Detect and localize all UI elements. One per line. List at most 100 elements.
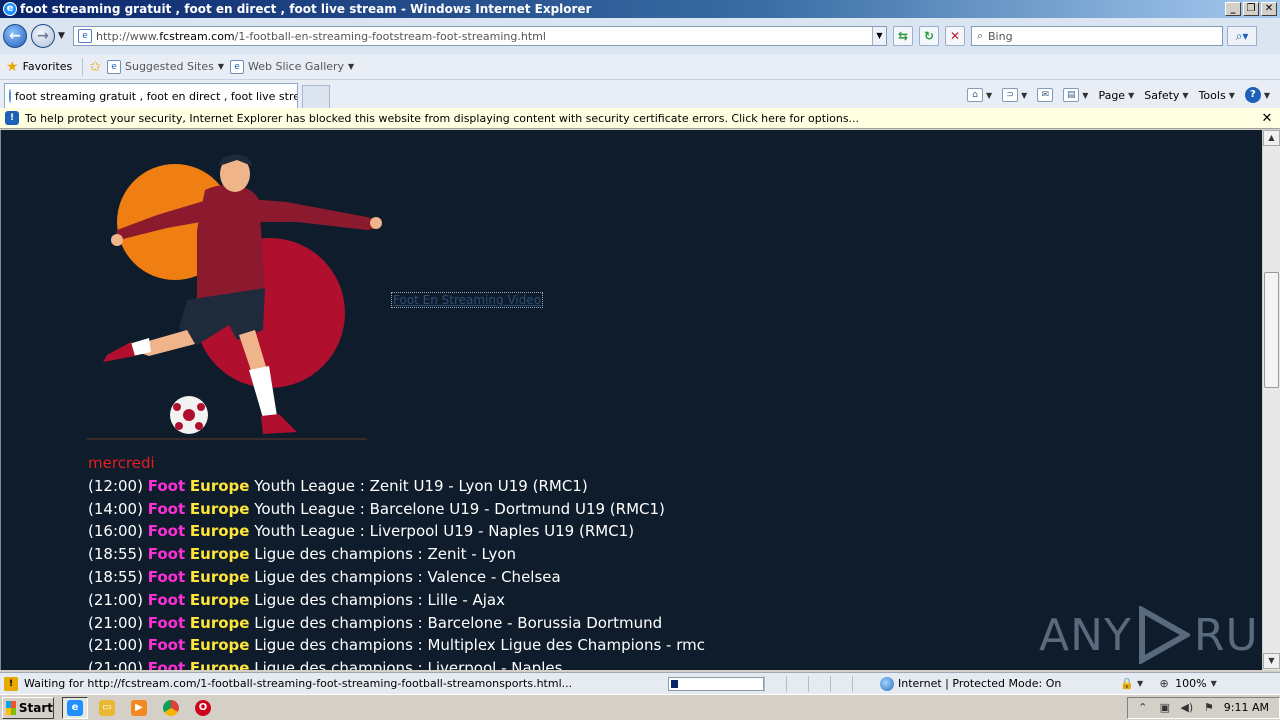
status-divider — [830, 675, 852, 692]
refresh-icon[interactable]: ↻ — [919, 26, 939, 46]
add-favorite-button[interactable]: ✩ — [89, 59, 101, 75]
loading-progress-bar — [668, 676, 764, 691]
schedule-row[interactable]: (21:00) Foot Europe Ligue des champions … — [88, 634, 705, 657]
match-description: Ligue des champions : Barcelone - Boruss… — [254, 613, 663, 632]
tab-label: foot streaming gratuit , foot en direct … — [15, 89, 298, 103]
tab-bar: foot streaming gratuit , foot en direct … — [0, 80, 1280, 108]
back-button[interactable]: ← — [3, 24, 27, 48]
scroll-down-button[interactable]: ▼ — [1263, 653, 1280, 669]
close-icon[interactable]: ✕ — [1260, 111, 1274, 126]
window-title: foot streaming gratuit , foot en direct … — [20, 2, 592, 16]
schedule-row[interactable]: (16:00) Foot Europe Youth League : Liver… — [88, 520, 705, 543]
scroll-up-button[interactable]: ▲ — [1263, 130, 1280, 146]
match-time: (16:00) — [88, 522, 143, 541]
forward-button[interactable]: → — [31, 24, 55, 48]
home-button[interactable]: ⌂ ▼ — [966, 88, 992, 102]
globe-icon — [880, 676, 894, 691]
loading-icon — [9, 89, 11, 103]
match-time: (21:00) — [88, 636, 143, 655]
match-description: Ligue des champions : Multiplex Ligue de… — [254, 636, 705, 655]
status-bar: ! Waiting for http://fcstream.com/1-foot… — [0, 672, 1280, 694]
channel-label: Europe — [189, 476, 250, 495]
clock[interactable]: 9:11 AM — [1224, 701, 1269, 714]
information-bar[interactable]: ! To help protect your security, Interne… — [0, 108, 1280, 129]
match-description: Youth League : Liverpool U19 - Naples U1… — [254, 522, 635, 541]
schedule-row[interactable]: (21:00) Foot Europe Ligue des champions … — [88, 612, 705, 635]
address-dropdown-icon[interactable]: ▼ — [872, 27, 886, 45]
schedule-row[interactable]: (21:00) Foot Europe Ligue des champions … — [88, 589, 705, 612]
channel-label: Europe — [189, 659, 250, 670]
match-description: Ligue des champions : Lille - Ajax — [254, 590, 506, 609]
schedule-row[interactable]: (12:00) Foot Europe Youth League : Zenit… — [88, 475, 705, 498]
restore-button[interactable]: ❐ — [1243, 2, 1259, 16]
new-tab-button[interactable] — [302, 85, 330, 108]
status-divider — [808, 675, 830, 692]
schedule-row[interactable]: (18:55) Foot Europe Ligue des champions … — [88, 566, 705, 589]
scroll-thumb[interactable] — [1264, 272, 1279, 388]
taskbar-opera[interactable]: O — [190, 697, 216, 719]
close-button[interactable]: ✕ — [1261, 2, 1277, 16]
status-divider — [786, 675, 808, 692]
print-button[interactable]: ▤ ▼ — [1063, 88, 1088, 102]
media-player-icon: ▶ — [131, 699, 147, 716]
information-bar-message[interactable]: To help protect your security, Internet … — [25, 112, 1260, 125]
search-icon: ⌕ — [976, 29, 984, 42]
protected-mode-button[interactable]: 🔒 ▼ — [1120, 677, 1143, 691]
favorites-bar: ★ Favorites ✩ e Suggested Sites ▼ e Web … — [0, 54, 1280, 80]
volume-icon[interactable]: ◀) — [1180, 701, 1194, 715]
zoom-control[interactable]: ⊕ 100% ▼ — [1157, 677, 1217, 691]
system-tray: ⌃ ▣ ◀) ⚑ 9:11 AM — [1126, 696, 1280, 719]
chevron-down-icon: ▼ — [1263, 90, 1270, 100]
home-icon: ⌂ — [966, 88, 983, 102]
address-toolbar: ← → ▼ e http://www.fcstream.com/1-footba… — [0, 18, 1280, 54]
chevron-down-icon: ▼ — [1082, 90, 1089, 100]
search-input[interactable]: ⌕ Bing — [971, 26, 1223, 46]
security-zone[interactable]: Internet | Protected Mode: On — [880, 676, 1120, 691]
page-menu[interactable]: Page ▼ — [1098, 89, 1134, 102]
web-slice-gallery-link[interactable]: e Web Slice Gallery ▼ — [229, 59, 354, 74]
day-heading: mercredi — [88, 454, 155, 472]
channel-label: Europe — [189, 613, 250, 632]
opera-icon: O — [195, 699, 211, 716]
match-schedule: mercredi (12:00) Foot Europe Youth Leagu… — [88, 452, 705, 670]
taskbar-explorer[interactable]: ▭ — [94, 697, 120, 719]
help-menu[interactable]: ? ▼ — [1244, 87, 1270, 103]
stream-video-link[interactable]: Foot En Streaming Video — [391, 292, 544, 308]
url-text[interactable]: http://www.fcstream.com/1-football-en-st… — [96, 30, 872, 43]
network-icon[interactable]: ▣ — [1158, 701, 1172, 715]
chevron-down-icon: ▼ — [217, 62, 224, 71]
tools-menu-label: Tools — [1198, 88, 1226, 102]
address-bar[interactable]: e http://www.fcstream.com/1-football-en-… — [73, 26, 887, 46]
recent-pages-dropdown[interactable]: ▼ — [58, 31, 68, 41]
schedule-row[interactable]: (18:55) Foot Europe Ligue des champions … — [88, 543, 705, 566]
taskbar-media-player[interactable]: ▶ — [126, 697, 152, 719]
schedule-row[interactable]: (21:00) Foot Europe Ligue des champions … — [88, 657, 705, 670]
tools-menu[interactable]: Tools ▼ — [1199, 89, 1235, 102]
search-go-button[interactable]: ⌕▾ — [1227, 26, 1257, 46]
chevron-down-icon: ▼ — [1210, 679, 1217, 688]
foot-label: Foot — [147, 590, 186, 609]
schedule-row[interactable]: (14:00) Foot Europe Youth League : Barce… — [88, 498, 705, 521]
tab-active[interactable]: foot streaming gratuit , foot en direct … — [4, 83, 298, 108]
taskbar-internet-explorer[interactable]: e — [62, 696, 88, 719]
safety-menu[interactable]: Safety ▼ — [1144, 89, 1188, 102]
start-button[interactable]: Start — [2, 696, 54, 719]
progress-fill — [671, 679, 678, 688]
channel-label: Europe — [189, 590, 250, 609]
internet-explorer-icon: e — [67, 699, 83, 716]
compatibility-view-icon[interactable]: ⇆ — [893, 26, 913, 46]
stop-icon[interactable]: ✕ — [945, 26, 965, 46]
read-mail-button[interactable]: ✉ — [1037, 88, 1054, 102]
flag-icon[interactable]: ⚑ — [1202, 701, 1216, 715]
warning-icon: ! — [4, 676, 18, 691]
favorites-button[interactable]: ★ Favorites — [6, 59, 72, 75]
show-hidden-icons-icon[interactable]: ⌃ — [1136, 701, 1150, 715]
feeds-button[interactable]: ⊃ ▼ — [1002, 88, 1027, 102]
minimize-button[interactable]: _ — [1225, 2, 1241, 16]
taskbar-chrome[interactable] — [158, 697, 184, 719]
match-time: (18:55) — [88, 545, 143, 564]
suggested-sites-link[interactable]: e Suggested Sites ▼ — [107, 59, 224, 74]
lock-icon: 🔒 — [1120, 676, 1134, 690]
match-description: Youth League : Barcelone U19 - Dortmund … — [254, 499, 665, 518]
vertical-scrollbar[interactable]: ▲ ▼ — [1262, 130, 1280, 670]
